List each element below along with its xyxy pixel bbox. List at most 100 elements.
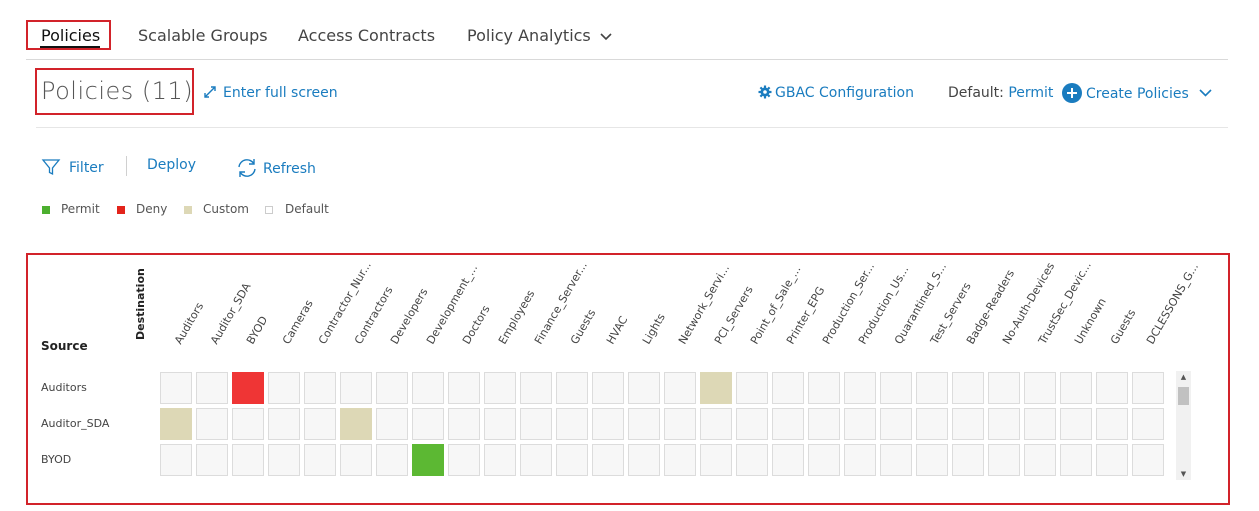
legend-default-label: Default: [285, 202, 329, 216]
policy-cell[interactable]: [592, 408, 624, 440]
default-policy-control[interactable]: Default: Permit: [948, 85, 1053, 101]
policy-cell[interactable]: [736, 372, 768, 404]
policy-cell[interactable]: [916, 408, 948, 440]
scroll-up-arrow-icon[interactable]: ▲: [1176, 371, 1191, 383]
policy-cell[interactable]: [592, 444, 624, 476]
policy-cell[interactable]: [448, 444, 480, 476]
policy-cell-permit[interactable]: [412, 444, 444, 476]
policy-cell[interactable]: [1060, 408, 1092, 440]
policy-cell[interactable]: [1060, 444, 1092, 476]
policy-cell[interactable]: [376, 372, 408, 404]
policy-cell[interactable]: [448, 408, 480, 440]
policy-cell[interactable]: [484, 444, 516, 476]
policy-cell[interactable]: [268, 372, 300, 404]
policy-cell[interactable]: [952, 408, 984, 440]
policy-cell[interactable]: [196, 444, 228, 476]
policy-cell[interactable]: [520, 372, 552, 404]
policy-cell[interactable]: [1096, 408, 1128, 440]
policy-cell[interactable]: [1096, 372, 1128, 404]
policy-cell[interactable]: [160, 372, 192, 404]
tab-policy-analytics[interactable]: Policy Analytics: [467, 26, 612, 45]
policy-cell[interactable]: [1024, 444, 1056, 476]
tab-scalable-groups[interactable]: Scalable Groups: [138, 26, 268, 45]
policy-cell[interactable]: [520, 444, 552, 476]
enter-full-screen-link[interactable]: Enter full screen: [203, 85, 338, 101]
policy-cell[interactable]: [448, 372, 480, 404]
policy-cell[interactable]: [700, 408, 732, 440]
policy-cell[interactable]: [304, 408, 336, 440]
scroll-down-arrow-icon[interactable]: ▼: [1176, 468, 1191, 480]
policy-cell[interactable]: [520, 408, 552, 440]
policy-cell[interactable]: [1132, 372, 1164, 404]
policy-cell[interactable]: [340, 372, 372, 404]
policy-cell[interactable]: [952, 444, 984, 476]
tab-access-contracts[interactable]: Access Contracts: [298, 26, 435, 45]
policy-cell[interactable]: [196, 408, 228, 440]
policy-cell[interactable]: [772, 444, 804, 476]
policy-cell[interactable]: [268, 408, 300, 440]
policy-cell[interactable]: [592, 372, 624, 404]
refresh-button[interactable]: Refresh: [235, 157, 316, 179]
filter-button[interactable]: Filter: [41, 157, 104, 177]
policy-cell[interactable]: [160, 444, 192, 476]
policy-cell[interactable]: [304, 444, 336, 476]
deploy-button[interactable]: Deploy: [147, 157, 196, 173]
policy-cell[interactable]: [376, 408, 408, 440]
policy-cell[interactable]: [556, 408, 588, 440]
policy-cell-custom[interactable]: [340, 408, 372, 440]
policy-cell[interactable]: [664, 444, 696, 476]
policy-cell[interactable]: [844, 408, 876, 440]
policy-cell-custom[interactable]: [700, 372, 732, 404]
policy-cell[interactable]: [772, 372, 804, 404]
policy-cell[interactable]: [844, 372, 876, 404]
policy-cell[interactable]: [1132, 408, 1164, 440]
policy-cell[interactable]: [664, 408, 696, 440]
policy-cell[interactable]: [952, 372, 984, 404]
policy-cell[interactable]: [700, 444, 732, 476]
gbac-configuration-link[interactable]: GBAC Configuration: [758, 85, 914, 101]
policy-cell[interactable]: [1024, 408, 1056, 440]
policy-cell[interactable]: [628, 372, 660, 404]
legend-custom-swatch: [184, 206, 192, 214]
policy-cell[interactable]: [304, 372, 336, 404]
policy-cell[interactable]: [232, 444, 264, 476]
policy-cell[interactable]: [880, 408, 912, 440]
policy-cell[interactable]: [736, 408, 768, 440]
policy-cell[interactable]: [808, 372, 840, 404]
create-policies-button[interactable]: Create Policies: [1062, 83, 1212, 103]
policy-cell[interactable]: [808, 408, 840, 440]
policy-cell[interactable]: [916, 444, 948, 476]
policy-cell[interactable]: [1132, 444, 1164, 476]
policy-cell[interactable]: [484, 372, 516, 404]
policy-cell[interactable]: [412, 408, 444, 440]
policy-cell-custom[interactable]: [160, 408, 192, 440]
policy-cell[interactable]: [916, 372, 948, 404]
policy-cell[interactable]: [1024, 372, 1056, 404]
policy-cell[interactable]: [844, 444, 876, 476]
policy-cell[interactable]: [736, 444, 768, 476]
policy-cell[interactable]: [772, 408, 804, 440]
policy-cell-deny[interactable]: [232, 372, 264, 404]
policy-cell[interactable]: [880, 444, 912, 476]
matrix-scrollbar[interactable]: ▲ ▼: [1176, 371, 1191, 480]
policy-cell[interactable]: [1060, 372, 1092, 404]
policy-cell[interactable]: [988, 372, 1020, 404]
policy-cell[interactable]: [664, 372, 696, 404]
policy-cell[interactable]: [340, 444, 372, 476]
policy-cell[interactable]: [628, 408, 660, 440]
policy-cell[interactable]: [1096, 444, 1128, 476]
policy-cell[interactable]: [988, 408, 1020, 440]
policy-cell[interactable]: [268, 444, 300, 476]
policy-cell[interactable]: [556, 372, 588, 404]
policy-cell[interactable]: [628, 444, 660, 476]
policy-cell[interactable]: [196, 372, 228, 404]
scrollbar-thumb[interactable]: [1178, 387, 1189, 405]
policy-cell[interactable]: [808, 444, 840, 476]
policy-cell[interactable]: [412, 372, 444, 404]
policy-cell[interactable]: [232, 408, 264, 440]
policy-cell[interactable]: [880, 372, 912, 404]
policy-cell[interactable]: [988, 444, 1020, 476]
policy-cell[interactable]: [484, 408, 516, 440]
policy-cell[interactable]: [556, 444, 588, 476]
policy-cell[interactable]: [376, 444, 408, 476]
